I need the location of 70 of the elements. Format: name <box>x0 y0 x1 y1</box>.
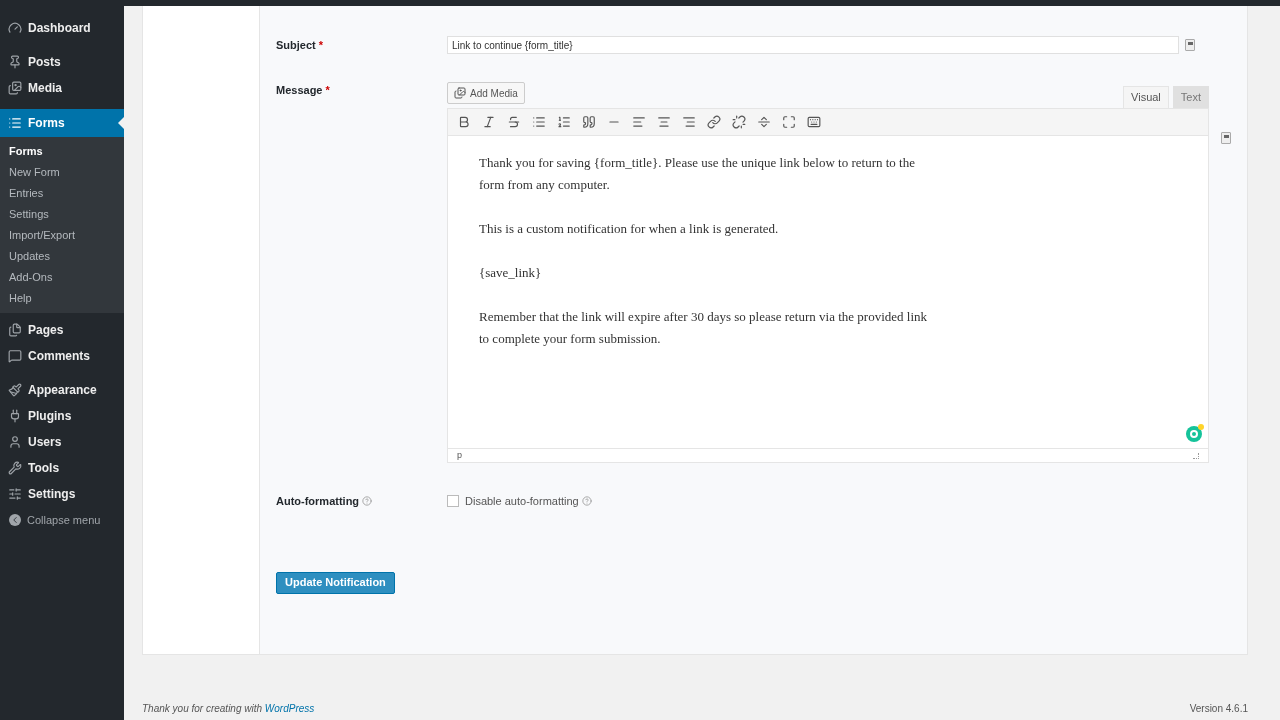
subject-field[interactable]: Link to continue {form_title} <box>447 36 1179 54</box>
brush-icon <box>8 383 22 397</box>
collapse-menu-button[interactable]: Collapse menu <box>0 507 124 533</box>
editor-paragraph: {save_link} <box>479 264 543 282</box>
numbered-list-icon[interactable] <box>557 115 571 129</box>
fullscreen-icon[interactable] <box>782 115 796 129</box>
merge-tag-icon[interactable] <box>1185 39 1195 51</box>
dashboard-icon <box>8 21 22 35</box>
submenu-item[interactable]: Updates <box>0 246 124 267</box>
sidebar-item[interactable]: Forms <box>0 109 124 137</box>
editor-paragraph: Remember that the link will expire after 30 days so please return via the provided link to complete your form submission. <box>479 308 928 348</box>
sidebar-item[interactable]: Dashboard <box>0 15 124 41</box>
sidebar-item[interactable]: Plugins <box>0 403 124 429</box>
sidebar-item[interactable]: Tools <box>0 455 124 481</box>
sidebar-item[interactable]: Appearance <box>0 377 124 403</box>
align-right-icon[interactable] <box>682 115 696 129</box>
submenu-item[interactable]: New Form <box>0 162 124 183</box>
submenu-item[interactable]: Settings <box>0 204 124 225</box>
element-path: p <box>457 448 462 462</box>
keyboard-icon[interactable] <box>807 115 821 129</box>
bullet-list-icon[interactable] <box>532 115 546 129</box>
sidebar-item[interactable]: Comments <box>0 343 124 369</box>
collapse-icon <box>9 514 21 526</box>
sidebar-item[interactable]: Pages <box>0 317 124 343</box>
media-icon <box>454 87 466 99</box>
editor-paragraph: This is a custom notification for when a link is generated. <box>479 220 780 238</box>
merge-tag-icon[interactable] <box>1221 132 1231 144</box>
sidebar-item[interactable]: Users <box>0 429 124 455</box>
comments-icon <box>8 349 22 363</box>
update-notification-button[interactable]: Update Notification <box>276 571 395 594</box>
user-icon <box>8 435 22 449</box>
field-label: Auto-formatting <box>276 494 360 509</box>
field-label: Message * <box>276 83 331 98</box>
plug-icon <box>8 409 22 423</box>
pages-icon <box>8 323 22 337</box>
strikethrough-icon[interactable] <box>507 115 521 129</box>
add-media-button[interactable]: Add Media <box>447 82 525 104</box>
sidebar-item[interactable]: Posts <box>0 49 124 75</box>
version-text: Version 4.6.1 <box>1189 702 1248 716</box>
wordpress-link[interactable]: WordPress <box>264 703 315 714</box>
editor-paragraph: Thank you for saving {form_title}. Please use the unique link below to return to the form from any computer. <box>479 154 916 194</box>
align-center-icon[interactable] <box>657 115 671 129</box>
submenu-item[interactable]: Help <box>0 288 124 309</box>
checkbox[interactable] <box>447 495 459 508</box>
submenu-item[interactable]: Forms <box>0 141 124 162</box>
sidebar-item[interactable]: Media <box>0 75 124 101</box>
footer-text: Thank you for creating with WordPress <box>142 702 315 716</box>
link-icon[interactable] <box>707 115 721 129</box>
quote-icon[interactable] <box>582 115 596 129</box>
submenu-item[interactable]: Add-Ons <box>0 267 124 288</box>
forms-icon <box>8 116 22 130</box>
media-icon <box>8 81 22 95</box>
align-left-icon[interactable] <box>632 115 646 129</box>
italic-icon[interactable] <box>482 115 496 129</box>
editor-tab[interactable]: Text <box>1172 86 1209 108</box>
current-pointer-icon <box>118 117 124 129</box>
field-label: Subject * <box>276 37 325 53</box>
grammar-checker-icon[interactable] <box>1186 426 1202 442</box>
settings-icon <box>8 487 22 501</box>
sidebar-item[interactable]: Settings <box>0 481 124 507</box>
pin-icon <box>8 55 22 69</box>
bold-icon[interactable] <box>457 115 471 129</box>
checkbox-label: Disable auto-formatting <box>465 494 579 509</box>
submenu-item[interactable]: Entries <box>0 183 124 204</box>
read-more-icon[interactable] <box>757 115 771 129</box>
editor-tab[interactable]: Visual <box>1123 86 1169 108</box>
submenu-item[interactable]: Import/Export <box>0 225 124 246</box>
wrench-icon <box>8 461 22 475</box>
unlink-icon[interactable] <box>732 115 746 129</box>
resize-handle-icon[interactable] <box>1193 452 1199 459</box>
